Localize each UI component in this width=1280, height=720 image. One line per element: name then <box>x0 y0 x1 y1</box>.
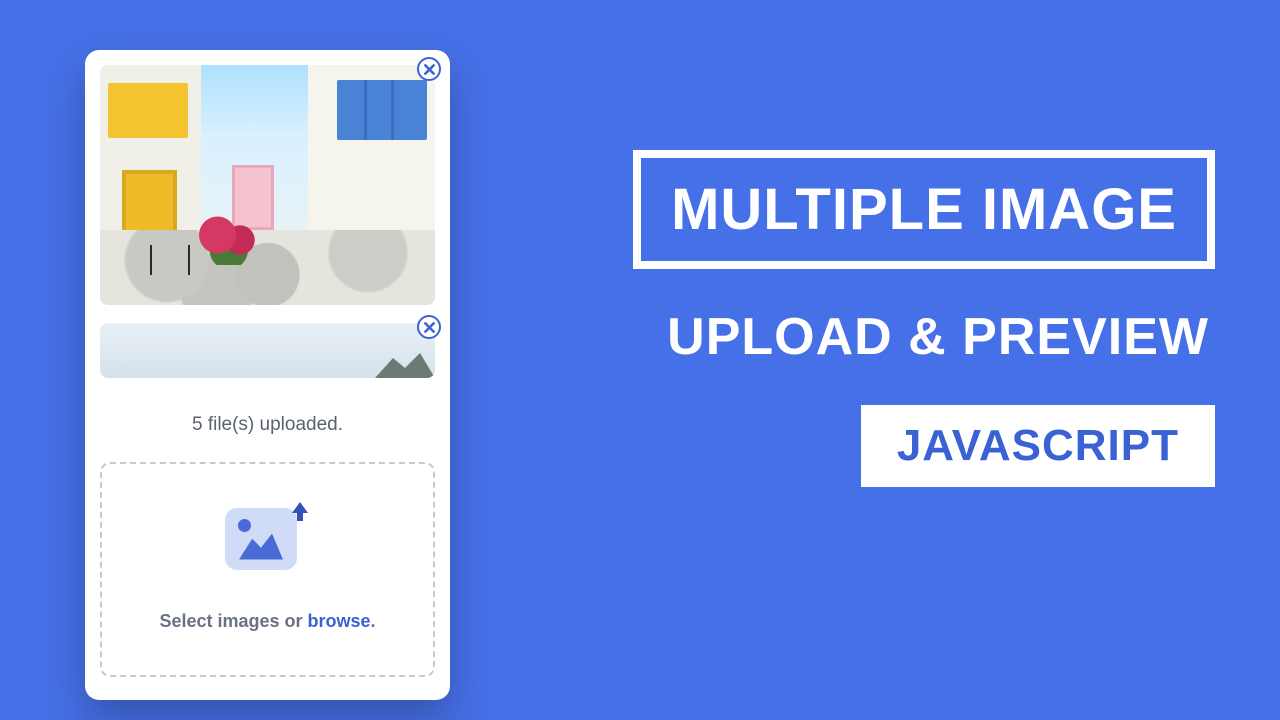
image-upload-icon <box>225 508 310 583</box>
dropzone-prompt-suffix: . <box>371 611 376 631</box>
preview-item <box>100 323 435 378</box>
preview-image <box>100 65 435 305</box>
dropzone-prompt-prefix: Select images or <box>159 611 307 631</box>
browse-link[interactable]: browse <box>308 611 371 631</box>
headline-badge: JAVASCRIPT <box>861 405 1215 487</box>
preview-item <box>100 65 435 305</box>
headline-subtitle: UPLOAD & PREVIEW <box>667 307 1215 367</box>
dropzone-prompt: Select images or browse. <box>159 611 375 632</box>
headline-area: MULTIPLE IMAGE UPLOAD & PREVIEW JAVASCRI… <box>633 150 1215 487</box>
upload-card: 5 file(s) uploaded. Select images or bro… <box>85 50 450 700</box>
dropzone[interactable]: Select images or browse. <box>100 462 435 677</box>
preview-image <box>100 323 435 378</box>
headline-box: MULTIPLE IMAGE <box>633 150 1215 269</box>
close-icon <box>424 64 435 75</box>
close-icon <box>424 322 435 333</box>
headline-text: MULTIPLE IMAGE <box>671 176 1177 243</box>
upload-status-text: 5 file(s) uploaded. <box>100 414 435 436</box>
remove-image-button[interactable] <box>417 57 441 81</box>
preview-area <box>100 65 435 396</box>
headline-badge-text: JAVASCRIPT <box>897 421 1179 471</box>
remove-image-button[interactable] <box>417 315 441 339</box>
